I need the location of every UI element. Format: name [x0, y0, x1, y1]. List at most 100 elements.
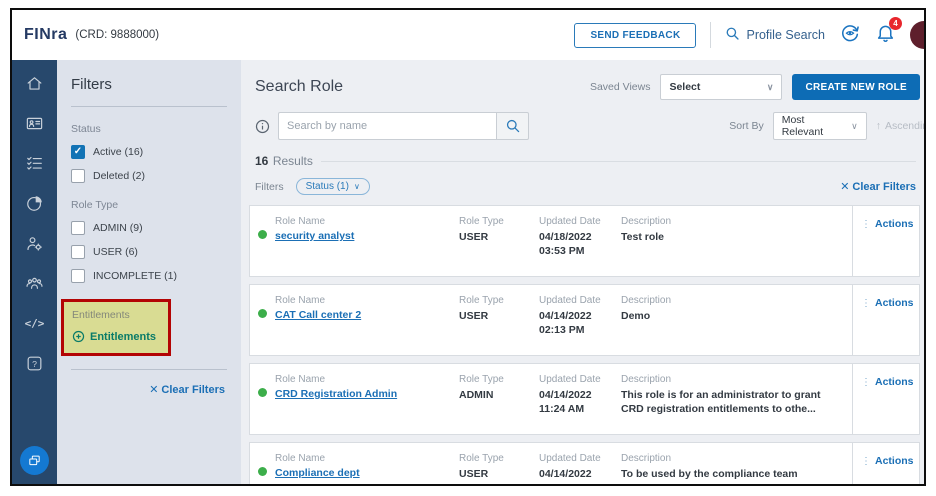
column-header-role-name: Role Name	[275, 295, 451, 306]
sidebar-item-profile[interactable]	[25, 113, 45, 133]
sort-by-value: Most Relevant	[782, 114, 841, 138]
info-icon	[255, 119, 270, 134]
dots-vertical-icon: ⋮	[861, 219, 871, 230]
row-body: Role Name CAT Call center 2 Role Type US…	[250, 285, 852, 355]
column-header-description: Description	[621, 295, 844, 306]
role-name-cell: Role Name Compliance dept	[275, 453, 451, 484]
title-row: Search Role Saved Views Select ∨ CREATE …	[249, 74, 920, 100]
sidebar-item-tasks[interactable]	[25, 153, 45, 173]
role-name-cell: Role Name CRD Registration Admin	[275, 374, 451, 422]
search-icon	[725, 26, 740, 44]
history-eye-icon	[839, 22, 861, 49]
column-header-role-name: Role Name	[275, 216, 451, 227]
finra-logo: FINra	[24, 26, 67, 44]
filter-option-active[interactable]: ✓ Active (16)	[71, 145, 227, 159]
stacked-windows-icon	[27, 453, 42, 468]
column-header-updated-date: Updated Date	[539, 295, 613, 306]
notifications-button[interactable]: 4	[875, 22, 896, 48]
column-header-role-type: Role Type	[459, 374, 531, 385]
checkbox-deleted[interactable]	[71, 169, 85, 183]
pie-chart-icon	[25, 194, 44, 213]
role-name-cell: Role Name CAT Call center 2	[275, 295, 451, 343]
results-list: Role Name security analyst Role Type USE…	[249, 205, 920, 484]
actions-button[interactable]: ⋮ Actions	[861, 376, 919, 388]
filter-option-user[interactable]: USER (6)	[71, 245, 227, 259]
column-header-role-type: Role Type	[459, 453, 531, 464]
recently-viewed-button[interactable]	[839, 22, 861, 49]
active-status-dot	[258, 230, 267, 239]
description-cell: Description This role is for an administ…	[621, 374, 844, 422]
profile-search-button[interactable]: Profile Search	[725, 26, 825, 44]
updated-date-cell: Updated Date 04/14/202211:24 AM	[539, 374, 613, 422]
user-avatar[interactable]	[910, 21, 926, 49]
window-switcher-button[interactable]	[20, 446, 49, 475]
create-new-role-button[interactable]: CREATE NEW ROLE	[792, 74, 920, 100]
column-header-updated-date: Updated Date	[539, 374, 613, 385]
actions-button[interactable]: ⋮ Actions	[861, 297, 919, 309]
role-type-value: USER	[459, 309, 531, 323]
sidebar-item-groups[interactable]	[25, 273, 45, 293]
help-icon: ?	[25, 354, 44, 373]
profile-search-label: Profile Search	[746, 28, 825, 42]
main-content: Search Role Saved Views Select ∨ CREATE …	[241, 60, 924, 484]
nav-sidebar: </> ?	[12, 60, 57, 484]
sort-by-select[interactable]: Most Relevant ∨	[773, 112, 867, 140]
sidebar-item-api[interactable]: </>	[25, 313, 45, 333]
filters-panel: Filters Status ✓ Active (16) Deleted (2)…	[57, 60, 241, 484]
role-name-link[interactable]: security analyst	[275, 230, 451, 242]
entitlements-highlight-annotation: Entitlements Entitlements	[61, 299, 171, 356]
actions-cell: ⋮ Actions	[852, 206, 919, 276]
sidebar-item-reports[interactable]	[25, 193, 45, 213]
filter-option-incomplete[interactable]: INCOMPLETE (1)	[71, 269, 227, 283]
clear-x-icon: ✕	[840, 181, 849, 193]
checkbox-incomplete[interactable]	[71, 269, 85, 283]
sort-by-label: Sort By	[729, 120, 763, 132]
role-type-cell: Role Type USER	[459, 295, 531, 343]
search-input[interactable]	[278, 112, 496, 140]
checkbox-user[interactable]	[71, 245, 85, 259]
saved-views-select[interactable]: Select ∨	[660, 74, 782, 100]
column-header-role-type: Role Type	[459, 216, 531, 227]
checkbox-active[interactable]: ✓	[71, 145, 85, 159]
row-body: Role Name CRD Registration Admin Role Ty…	[250, 364, 852, 434]
checkbox-admin[interactable]	[71, 221, 85, 235]
ascending-label: Ascending	[885, 120, 924, 132]
notification-badge: 4	[889, 17, 902, 30]
active-status-dot	[258, 388, 267, 397]
search-submit-button[interactable]	[496, 112, 529, 140]
status-filter-chip[interactable]: Status (1) ∨	[296, 178, 370, 195]
add-entitlements-link[interactable]: Entitlements	[72, 330, 160, 343]
role-name-link[interactable]: Compliance dept	[275, 467, 451, 479]
filter-option-deleted[interactable]: Deleted (2)	[71, 169, 227, 183]
sidebar-item-help[interactable]: ?	[25, 353, 45, 373]
sidebar-item-home[interactable]	[25, 73, 45, 93]
sort-group: Sort By Most Relevant ∨ ↑ Ascending	[729, 112, 924, 140]
dots-vertical-icon: ⋮	[861, 377, 871, 388]
actions-label: Actions	[875, 297, 914, 309]
description-value: To be used by the compliance team	[621, 467, 844, 481]
filter-option-admin[interactable]: ADMIN (9)	[71, 221, 227, 235]
ascending-toggle[interactable]: ↑ Ascending	[876, 120, 924, 132]
table-row: Role Name CRD Registration Admin Role Ty…	[249, 363, 920, 435]
home-icon	[25, 74, 44, 93]
header-actions: SEND FEEDBACK Profile Search	[574, 21, 924, 49]
send-feedback-button[interactable]: SEND FEEDBACK	[574, 23, 696, 48]
filter-option-label: INCOMPLETE (1)	[93, 270, 177, 282]
dots-vertical-icon: ⋮	[861, 298, 871, 309]
header-divider	[710, 22, 711, 48]
updated-date-cell: Updated Date 04/18/202203:53 PM	[539, 216, 613, 264]
panel-clear-filters-link[interactable]: ✕Clear Filters	[71, 383, 227, 396]
role-name-link[interactable]: CRD Registration Admin	[275, 388, 451, 400]
actions-cell: ⋮ Actions	[852, 443, 919, 484]
main-clear-filters-link[interactable]: ✕Clear Filters	[840, 180, 920, 193]
actions-button[interactable]: ⋮ Actions	[861, 218, 919, 230]
role-name-link[interactable]: CAT Call center 2	[275, 309, 451, 321]
status-section-label: Status	[71, 123, 227, 135]
arrow-up-icon: ↑	[876, 120, 881, 132]
sidebar-item-user-admin[interactable]	[25, 233, 45, 253]
row-body: Role Name Compliance dept Role Type USER…	[250, 443, 852, 484]
checklist-icon	[25, 154, 44, 173]
actions-button[interactable]: ⋮ Actions	[861, 455, 919, 467]
saved-views-label: Saved Views	[590, 81, 651, 93]
page-title: Search Role	[255, 78, 343, 96]
